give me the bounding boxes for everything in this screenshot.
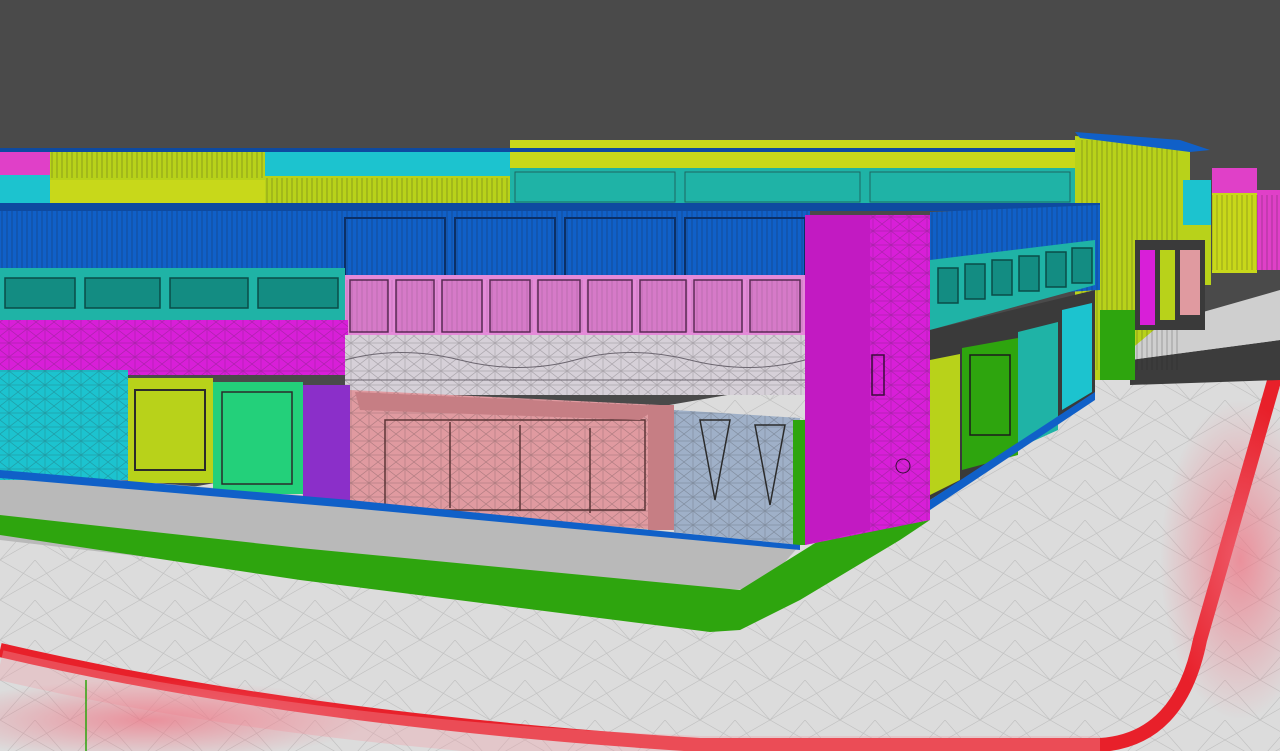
upper-facade-cyan [265,148,510,176]
violet-panel [303,385,350,500]
scene-canvas[interactable] [0,0,1280,751]
3d-viewport[interactable] [0,0,1280,751]
upper-facade-middle [510,140,1080,170]
